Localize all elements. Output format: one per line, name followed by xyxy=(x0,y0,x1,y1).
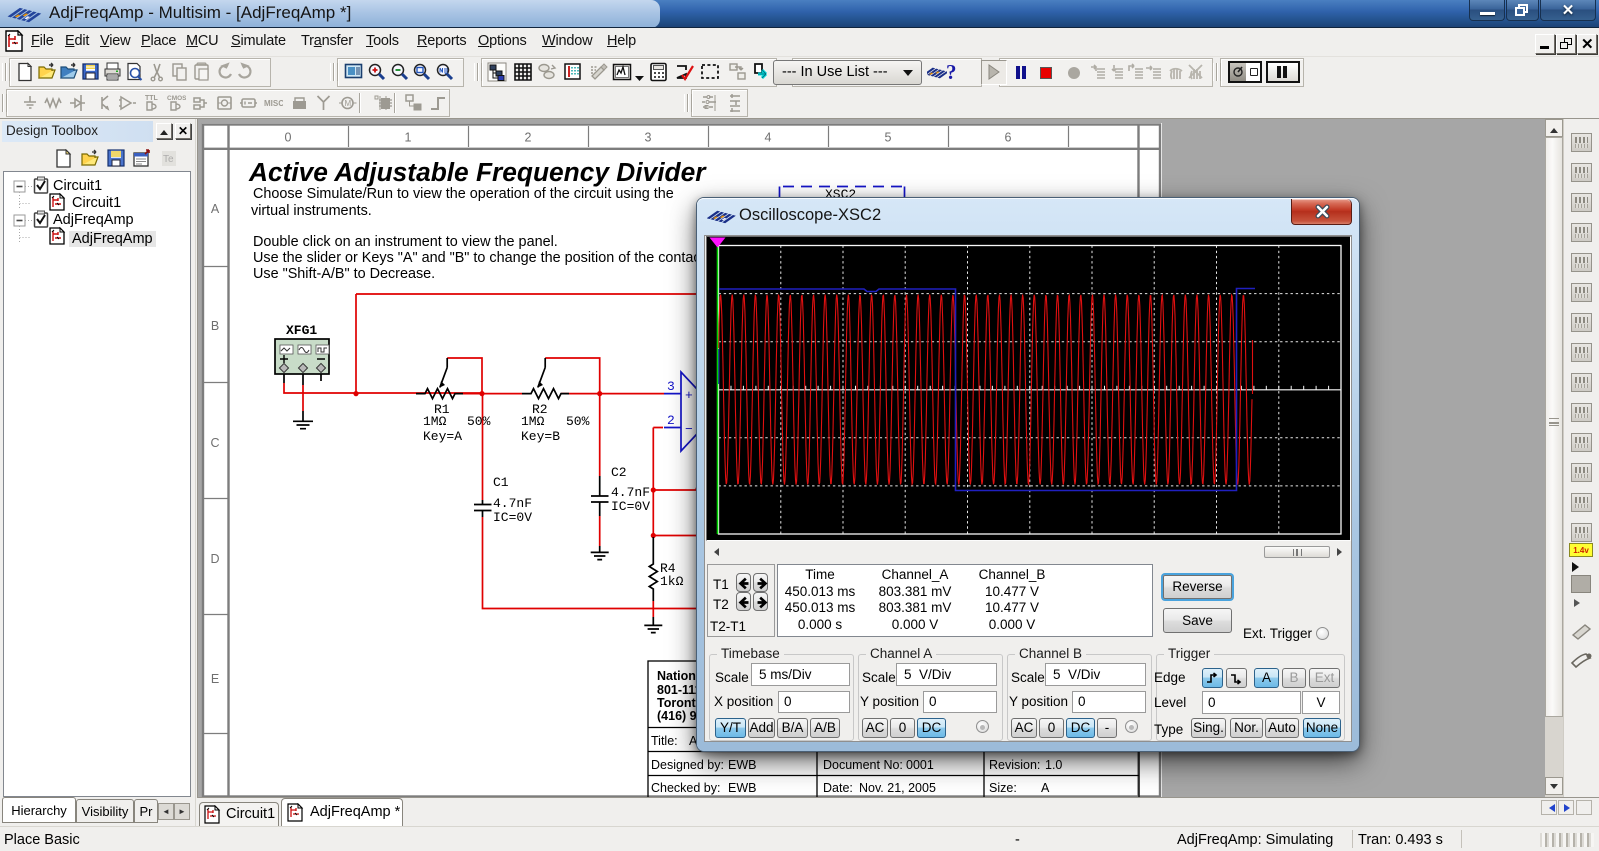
svg-text:EWB: EWB xyxy=(728,781,756,795)
svg-text:Date:: Date: xyxy=(823,781,853,795)
svg-text:IC=0V: IC=0V xyxy=(611,499,650,514)
svg-text:0: 0 xyxy=(285,131,292,145)
svg-text:6: 6 xyxy=(1005,131,1012,145)
svg-text:4: 4 xyxy=(765,131,772,145)
svg-text:5: 5 xyxy=(885,131,892,145)
svg-text:Key=B: Key=B xyxy=(521,429,560,444)
svg-text:Choose Simulate/Run to view th: Choose Simulate/Run to view the operatio… xyxy=(253,186,674,202)
svg-text:C: C xyxy=(210,436,219,450)
svg-text:+: + xyxy=(685,388,693,403)
svg-text:50%: 50% xyxy=(467,414,491,429)
svg-text:1kΩ: 1kΩ xyxy=(660,574,684,589)
svg-text:3: 3 xyxy=(645,131,652,145)
svg-text:Size:: Size: xyxy=(989,781,1017,795)
svg-text:Designed by:: Designed by: xyxy=(651,758,724,772)
svg-text:C1: C1 xyxy=(493,475,509,490)
svg-text:A: A xyxy=(211,202,220,216)
svg-text:CMOS: CMOS xyxy=(167,95,186,102)
svg-text:MISC: MISC xyxy=(264,99,283,108)
svg-text:Double click on an instrument: Double click on an instrument to view th… xyxy=(253,234,558,250)
svg-text:B: B xyxy=(211,319,219,333)
svg-text:Revision:: Revision: xyxy=(989,758,1040,772)
svg-text:1MΩ: 1MΩ xyxy=(423,414,447,429)
svg-text:0001: 0001 xyxy=(906,758,934,772)
svg-text:1.0: 1.0 xyxy=(1045,758,1062,772)
svg-text:50%: 50% xyxy=(566,414,590,429)
svg-text:TTL: TTL xyxy=(145,95,159,102)
svg-text:Nov. 21, 2005: Nov. 21, 2005 xyxy=(859,781,936,795)
svg-text:2: 2 xyxy=(525,131,532,145)
svg-text:A: A xyxy=(1041,781,1050,795)
svg-text:−: − xyxy=(685,422,693,437)
svg-text:4.7nF: 4.7nF xyxy=(611,485,650,500)
svg-text:3: 3 xyxy=(667,379,675,394)
svg-text:M: M xyxy=(345,99,352,108)
svg-text:Document No:: Document No: xyxy=(823,758,903,772)
svg-text:Key=A: Key=A xyxy=(423,429,462,444)
svg-text:Use "Shift-A/B" to Decrease.: Use "Shift-A/B" to Decrease. xyxy=(253,266,435,282)
svg-text:XFG1: XFG1 xyxy=(286,323,317,338)
svg-text:4.7nF: 4.7nF xyxy=(493,496,532,511)
svg-text:Title:: Title: xyxy=(651,734,678,748)
svg-text:C2: C2 xyxy=(611,465,627,480)
svg-text:Te: Te xyxy=(163,154,174,165)
svg-text:Active Adjustable Frequency Di: Active Adjustable Frequency Divider xyxy=(248,157,707,187)
svg-text:EWB: EWB xyxy=(728,758,756,772)
svg-text:virtual instruments.: virtual instruments. xyxy=(251,203,372,219)
svg-text:Checked by:: Checked by: xyxy=(651,781,720,795)
svg-text:Use the slider or Keys "A" and: Use the slider or Keys "A" and "B" to ch… xyxy=(253,250,745,266)
svg-text:E: E xyxy=(211,672,219,686)
svg-text:IC=0V: IC=0V xyxy=(493,510,532,525)
svg-text:1: 1 xyxy=(405,131,412,145)
svg-text:1MΩ: 1MΩ xyxy=(521,414,545,429)
svg-text:2: 2 xyxy=(667,413,675,428)
svg-text:D: D xyxy=(210,552,219,566)
